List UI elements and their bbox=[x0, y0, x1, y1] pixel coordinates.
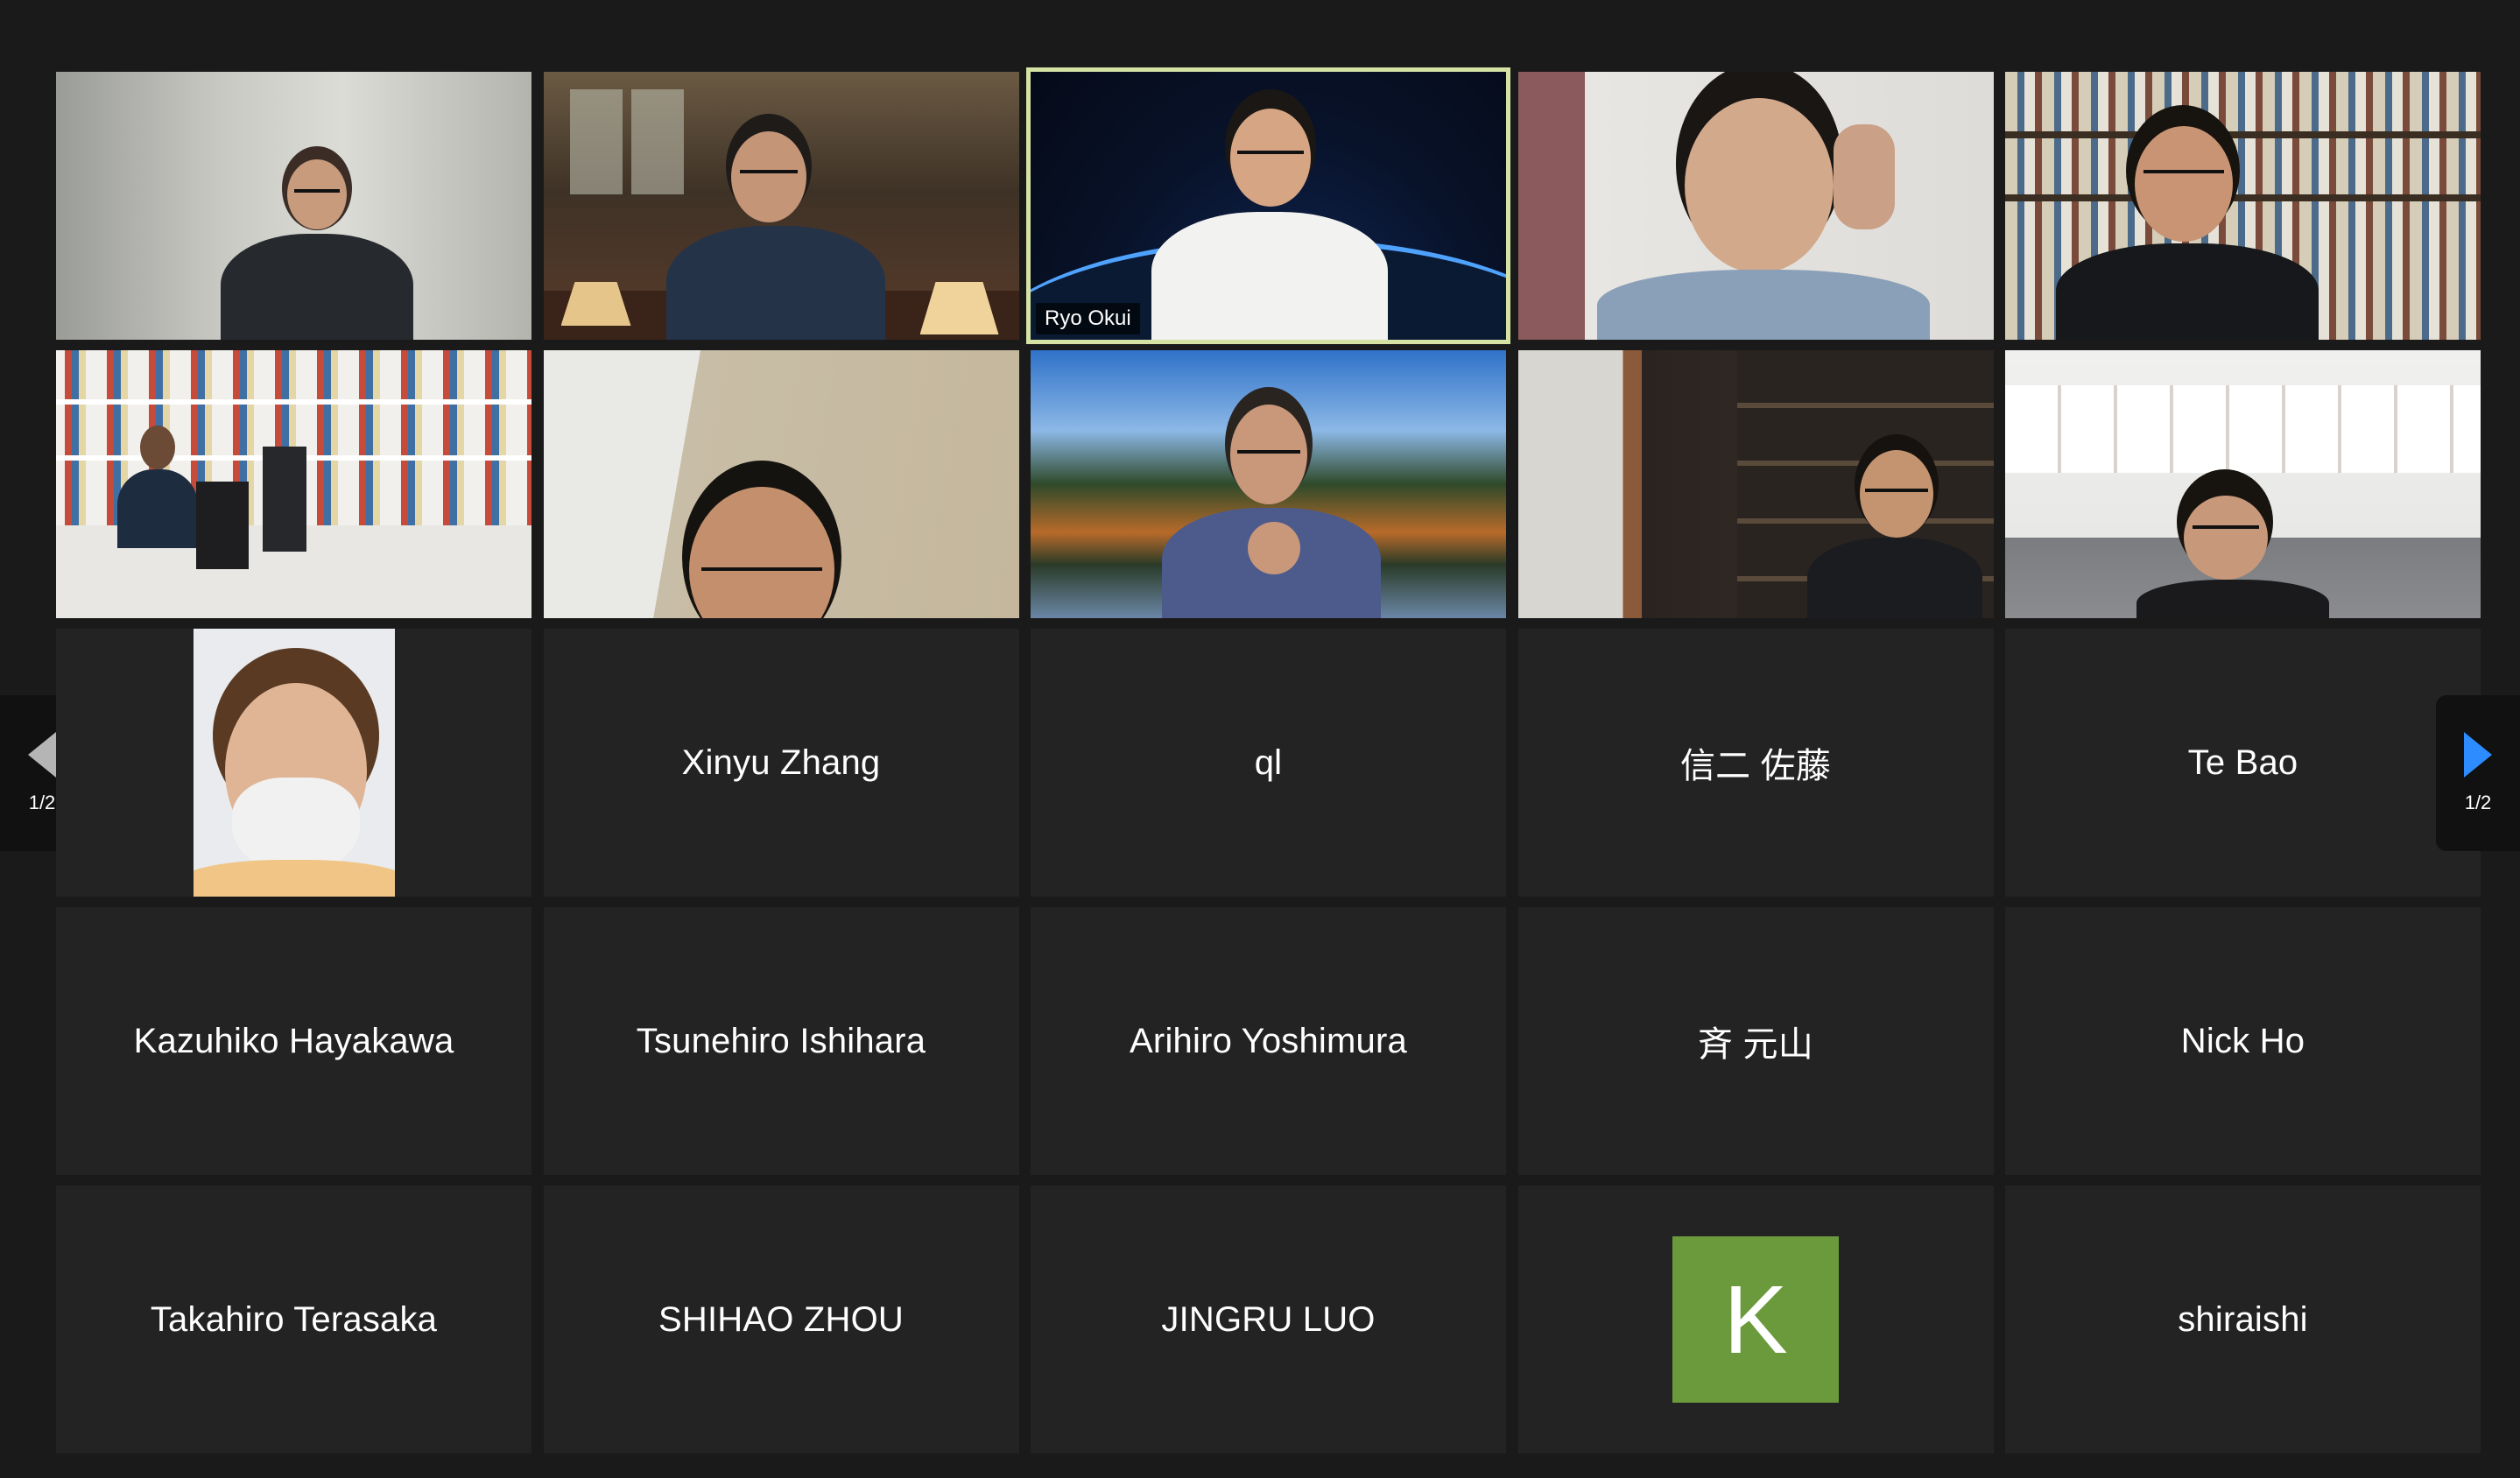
video-tile[interactable] bbox=[1517, 350, 1994, 618]
participant-name: Tsunehiro Ishihara bbox=[636, 1021, 926, 1060]
participant-video bbox=[1517, 350, 1994, 618]
participant-video bbox=[1031, 350, 1506, 618]
participant-name: Nick Ho bbox=[2180, 1021, 2305, 1060]
participant-name: SHIHAO ZHOU bbox=[658, 1299, 904, 1339]
gallery-view: 1/2 Ryo Okui Xinyu Zhang ql 信二 佐藤 Te Bao… bbox=[0, 0, 2520, 1478]
video-tile[interactable] bbox=[543, 72, 1019, 340]
participant-tile[interactable]: SHIHAO ZHOU bbox=[543, 1186, 1019, 1453]
participant-video bbox=[1517, 72, 1994, 340]
participant-video bbox=[2005, 72, 2481, 340]
participant-video bbox=[2005, 350, 2481, 618]
video-tile[interactable] bbox=[2005, 72, 2481, 340]
participant-name: 信二 佐藤 bbox=[1679, 747, 1832, 785]
participant-tile[interactable]: JINGRU LUO bbox=[1031, 1186, 1506, 1453]
participant-tile[interactable]: shiraishi bbox=[2005, 1186, 2481, 1453]
participant-name: Te Bao bbox=[2187, 743, 2298, 782]
participant-video bbox=[543, 350, 1019, 618]
chevron-left-icon bbox=[28, 732, 56, 778]
participant-tile[interactable]: ql bbox=[1031, 629, 1506, 897]
participant-video bbox=[543, 72, 1019, 340]
video-tile[interactable] bbox=[1517, 72, 1994, 340]
video-tile[interactable] bbox=[56, 629, 531, 897]
participant-tile[interactable]: K bbox=[1517, 1186, 1994, 1453]
page-indicator: 1/2 bbox=[28, 792, 56, 813]
next-page-button[interactable]: 1/2 bbox=[2436, 695, 2520, 851]
chevron-right-icon bbox=[2464, 732, 2492, 778]
participant-video bbox=[193, 629, 395, 897]
participant-name: ql bbox=[1254, 743, 1283, 782]
participant-tile[interactable]: 斉 元山 bbox=[1517, 907, 1994, 1175]
participant-tile[interactable]: Arihiro Yoshimura bbox=[1031, 907, 1506, 1175]
participant-name: Takahiro Terasaka bbox=[150, 1299, 438, 1339]
participant-tile[interactable]: Xinyu Zhang bbox=[543, 629, 1019, 897]
participant-grid: Ryo Okui Xinyu Zhang ql 信二 佐藤 Te Bao Kaz… bbox=[56, 67, 2481, 1453]
participant-name: 斉 元山 bbox=[1698, 1025, 1813, 1064]
participant-video bbox=[56, 72, 531, 340]
video-tile[interactable] bbox=[56, 350, 531, 618]
video-tile[interactable] bbox=[2005, 350, 2481, 618]
avatar: K bbox=[1672, 1236, 1839, 1403]
video-tile[interactable] bbox=[543, 350, 1019, 618]
active-speaker-tile[interactable]: Ryo Okui bbox=[1026, 67, 1510, 344]
participant-name: Xinyu Zhang bbox=[681, 743, 881, 782]
participant-tile[interactable]: Te Bao bbox=[2005, 629, 2481, 897]
participant-tile[interactable]: Kazuhiko Hayakawa bbox=[56, 907, 531, 1175]
participant-tile[interactable]: Nick Ho bbox=[2005, 907, 2481, 1175]
participant-name-tag: Ryo Okui bbox=[1036, 303, 1140, 334]
participant-tile[interactable]: Tsunehiro Ishihara bbox=[543, 907, 1019, 1175]
avatar-letter: K bbox=[1723, 1265, 1788, 1374]
participant-name: JINGRU LUO bbox=[1161, 1299, 1376, 1339]
participant-name: Kazuhiko Hayakawa bbox=[133, 1021, 454, 1060]
page-indicator: 1/2 bbox=[2464, 792, 2492, 813]
participant-name: Arihiro Yoshimura bbox=[1130, 1021, 1407, 1060]
participant-video bbox=[1031, 72, 1506, 340]
participant-video bbox=[56, 350, 531, 618]
participant-tile[interactable]: 信二 佐藤 bbox=[1517, 629, 1994, 897]
video-tile[interactable] bbox=[1031, 350, 1506, 618]
participant-name: shiraishi bbox=[2178, 1299, 2308, 1339]
participant-tile[interactable]: Takahiro Terasaka bbox=[56, 1186, 531, 1453]
video-tile[interactable] bbox=[56, 72, 531, 340]
